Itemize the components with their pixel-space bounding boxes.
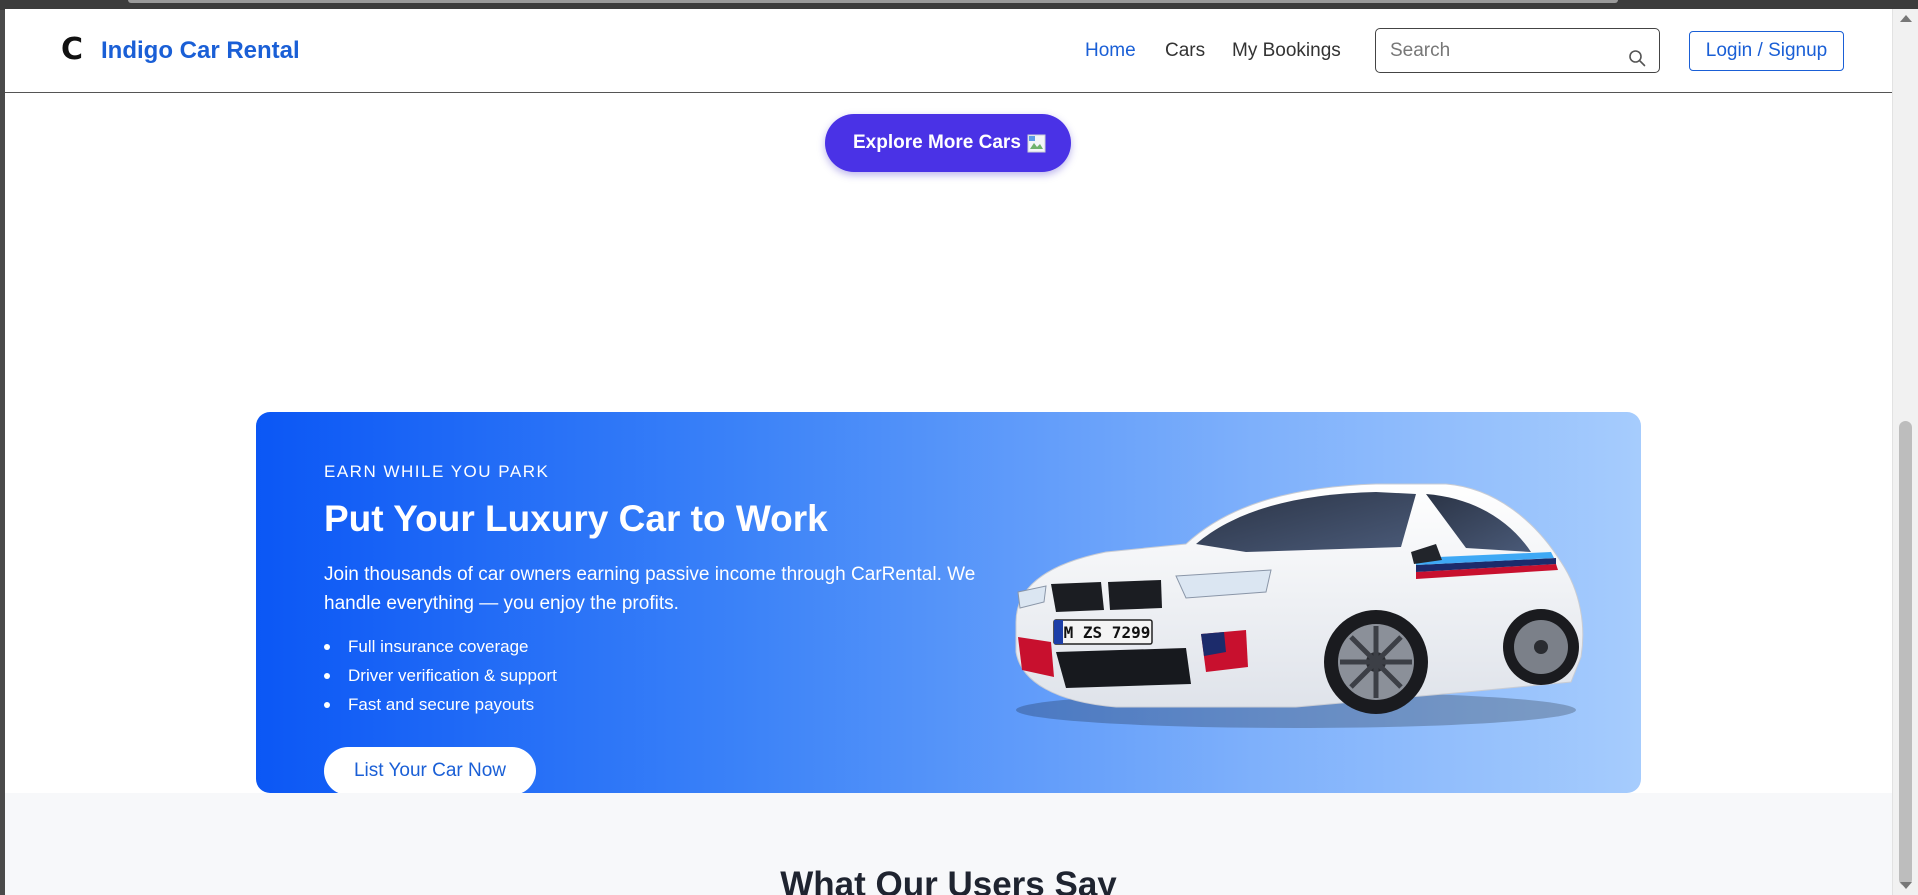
page-viewport: C Indigo Car Rental Home Cars My Booking… (5, 9, 1892, 895)
scroll-up-arrow-icon[interactable] (1900, 15, 1912, 22)
list-item: Fast and secure payouts (324, 690, 557, 719)
scrollbar-thumb[interactable] (1899, 421, 1912, 886)
nav-link-cars[interactable]: Cars (1165, 39, 1205, 63)
feature-text: Driver verification & support (348, 666, 557, 685)
feature-text: Full insurance coverage (348, 637, 529, 656)
testimonials-title: What Our Users Say (780, 865, 1117, 895)
list-item: Driver verification & support (324, 661, 557, 690)
banner-title: Put Your Luxury Car to Work (324, 498, 828, 539)
scroll-down-arrow-icon[interactable] (1900, 882, 1912, 889)
brand-name-link[interactable]: Indigo Car Rental (101, 36, 300, 66)
feature-text: Fast and secure payouts (348, 695, 535, 714)
nav-link-home[interactable]: Home (1085, 39, 1136, 63)
testimonials-section: What Our Users Say (5, 793, 1892, 895)
list-item: Full insurance coverage (324, 632, 557, 661)
bullet-icon (324, 673, 330, 679)
white-sports-car-image: M ZS 7299 (1015, 483, 1584, 728)
license-plate-text: M ZS 7299 (1064, 623, 1151, 642)
banner-eyebrow: EARN WHILE YOU PARK (324, 462, 550, 481)
feature-list: Full insurance coverage Driver verificat… (324, 632, 557, 719)
bullet-icon (324, 644, 330, 650)
search-icon[interactable] (1628, 49, 1646, 67)
browser-tab-edge (128, 0, 1618, 3)
search-input[interactable] (1376, 29, 1616, 72)
search-box (1375, 28, 1660, 73)
nav-link-my-bookings[interactable]: My Bookings (1232, 39, 1341, 63)
bullet-icon (324, 702, 330, 708)
list-your-car-button[interactable]: List Your Car Now (324, 747, 536, 793)
page-scrollbar[interactable] (1892, 9, 1918, 895)
brand-logo-icon[interactable]: C (61, 35, 83, 65)
login-signup-button[interactable]: Login / Signup (1689, 31, 1844, 71)
broken-image-icon (1027, 134, 1046, 153)
explore-more-cars-button[interactable]: Explore More Cars (825, 114, 1071, 172)
banner-description: Join thousands of car owners earning pas… (324, 564, 976, 614)
explore-button-label: Explore More Cars (853, 132, 1021, 153)
list-your-car-banner: EARN WHILE YOU PARK Put Your Luxury Car … (256, 412, 1641, 793)
navbar: C Indigo Car Rental Home Cars My Booking… (5, 9, 1892, 93)
